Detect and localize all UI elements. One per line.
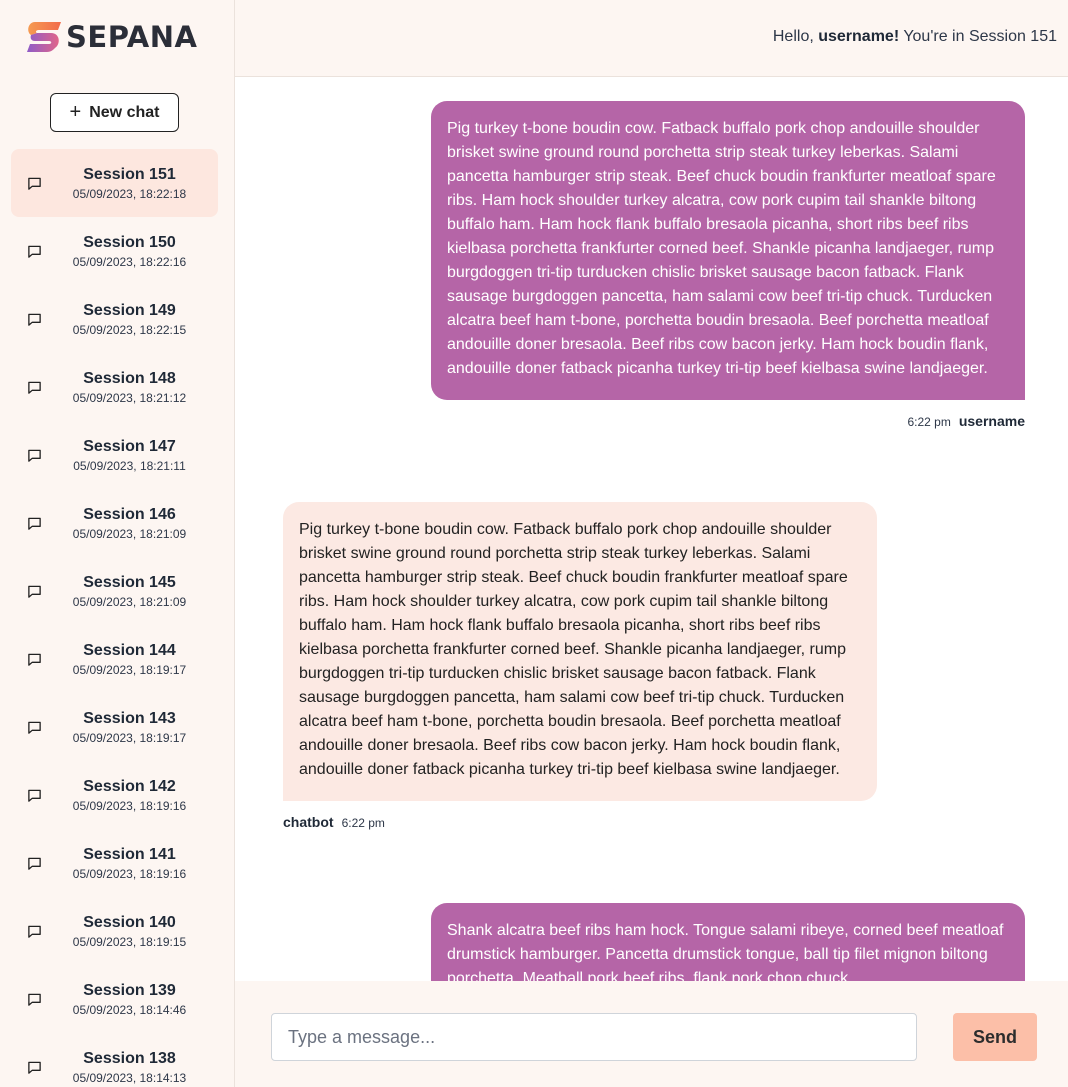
session-name: Session 146: [83, 505, 176, 523]
chat-bubble-icon: [28, 449, 41, 462]
new-chat-button[interactable]: + New chat: [50, 93, 179, 132]
session-name: Session 141: [83, 845, 176, 863]
session-text: Session 146 05/09/2023, 18:21:09: [51, 489, 218, 557]
session-name: Session 150: [83, 233, 176, 251]
user-message: Shank alcatra beef ribs ham hock. Tongue…: [431, 903, 1025, 981]
message-time: 6:22 pm: [341, 816, 385, 830]
session-text: Session 140 05/09/2023, 18:19:15: [51, 897, 218, 965]
header: Hello, username! You're in Session 151: [235, 0, 1068, 77]
session-text: Session 139 05/09/2023, 18:14:46: [51, 965, 218, 1033]
session-date: 05/09/2023, 18:22:15: [72, 322, 187, 337]
session-list: Session 151 05/09/2023, 18:22:18 Session 1…: [11, 149, 218, 1087]
greeting-username: username!: [818, 28, 900, 45]
chat-bubble-icon: [28, 381, 41, 394]
session-date: 05/09/2023, 18:19:16: [72, 866, 187, 881]
message-list: Pig turkey t-bone boudin cow. Fatback bu…: [235, 77, 1068, 981]
chat-bubble-icon: [28, 313, 41, 326]
chat-bubble-icon: [28, 789, 41, 802]
sidebar-item-session[interactable]: Session 148 05/09/2023, 18:21:12: [11, 353, 218, 421]
session-date: 05/09/2023, 18:21:09: [72, 594, 187, 609]
sidebar: SEPANA + New chat Session 151 05/09/2023,…: [0, 0, 235, 1087]
greeting: Hello, username! You're in Session 151: [773, 28, 1057, 46]
session-date: 05/09/2023, 18:22:16: [72, 254, 187, 269]
sidebar-item-session[interactable]: Session 142 05/09/2023, 18:19:16: [11, 761, 218, 829]
message-time: 6:22 pm: [907, 415, 951, 429]
sepana-logo-icon: [27, 22, 61, 52]
session-name: Session 149: [83, 301, 176, 319]
chat-bubble-icon: [28, 721, 41, 734]
chat-bubble-icon: [28, 925, 41, 938]
brand-logo[interactable]: SEPANA: [27, 22, 197, 52]
message-bubble: Pig turkey t-bone boudin cow. Fatback bu…: [283, 502, 877, 801]
sidebar-item-session[interactable]: Session 139 05/09/2023, 18:14:46: [11, 965, 218, 1033]
chat-bubble-icon: [28, 517, 41, 530]
message-meta: chatbot 6:22 pm: [283, 814, 877, 830]
session-text: Session 147 05/09/2023, 18:21:11: [51, 421, 218, 489]
bot-message: Pig turkey t-bone boudin cow. Fatback bu…: [283, 502, 877, 830]
session-name: Session 144: [83, 641, 176, 659]
session-name: Session 148: [83, 369, 176, 387]
session-date: 05/09/2023, 18:21:12: [72, 390, 187, 405]
message-sender: chatbot: [283, 814, 334, 830]
session-text: Session 151 05/09/2023, 18:22:18: [51, 149, 218, 217]
sidebar-item-session[interactable]: Session 145 05/09/2023, 18:21:09: [11, 557, 218, 625]
session-date: 05/09/2023, 18:19:15: [72, 934, 187, 949]
user-message: Pig turkey t-bone boudin cow. Fatback bu…: [431, 101, 1025, 429]
composer: Send: [235, 981, 1068, 1087]
sidebar-item-session[interactable]: Session 151 05/09/2023, 18:22:18: [11, 149, 218, 217]
session-date: 05/09/2023, 18:21:09: [72, 526, 187, 541]
message-meta: 6:22 pm username: [431, 413, 1025, 429]
session-text: Session 145 05/09/2023, 18:21:09: [51, 557, 218, 625]
session-date: 05/09/2023, 18:14:46: [72, 1002, 187, 1017]
session-date: 05/09/2023, 18:22:18: [72, 186, 187, 201]
session-text: Session 144 05/09/2023, 18:19:17: [51, 625, 218, 693]
session-text: Session 148 05/09/2023, 18:21:12: [51, 353, 218, 421]
session-name: Session 138: [83, 1049, 176, 1067]
session-text: Session 141 05/09/2023, 18:19:16: [51, 829, 218, 897]
message-bubble: Shank alcatra beef ribs ham hock. Tongue…: [431, 903, 1025, 981]
session-date: 05/09/2023, 18:14:13: [72, 1070, 187, 1085]
sidebar-item-session[interactable]: Session 138 05/09/2023, 18:14:13: [11, 1033, 218, 1087]
session-date: 05/09/2023, 18:19:16: [72, 798, 187, 813]
sidebar-item-session[interactable]: Session 147 05/09/2023, 18:21:11: [11, 421, 218, 489]
session-name: Session 145: [83, 573, 176, 591]
sidebar-item-session[interactable]: Session 146 05/09/2023, 18:21:09: [11, 489, 218, 557]
session-text: Session 142 05/09/2023, 18:19:16: [51, 761, 218, 829]
session-name: Session 139: [83, 981, 176, 999]
sidebar-item-session[interactable]: Session 144 05/09/2023, 18:19:17: [11, 625, 218, 693]
sidebar-item-session[interactable]: Session 141 05/09/2023, 18:19:16: [11, 829, 218, 897]
chat-bubble-icon: [28, 857, 41, 870]
session-name: Session 147: [83, 437, 176, 455]
new-chat-label: New chat: [89, 103, 160, 121]
chat-bubble-icon: [28, 245, 41, 258]
message-bubble: Pig turkey t-bone boudin cow. Fatback bu…: [431, 101, 1025, 400]
session-name: Session 140: [83, 913, 176, 931]
chat-bubble-icon: [28, 585, 41, 598]
session-text: Session 149 05/09/2023, 18:22:15: [51, 285, 218, 353]
brand-name: SEPANA: [66, 20, 198, 54]
session-date: 05/09/2023, 18:21:11: [73, 458, 186, 473]
sidebar-item-session[interactable]: Session 143 05/09/2023, 18:19:17: [11, 693, 218, 761]
sidebar-item-session[interactable]: Session 140 05/09/2023, 18:19:15: [11, 897, 218, 965]
send-button[interactable]: Send: [953, 1013, 1037, 1061]
message-input[interactable]: [271, 1013, 917, 1061]
chat-bubble-icon: [28, 993, 41, 1006]
session-name: Session 151: [83, 165, 176, 183]
greeting-prefix: Hello,: [772, 28, 819, 45]
session-date: 05/09/2023, 18:19:17: [72, 662, 187, 677]
chat-bubble-icon: [28, 177, 41, 190]
chat-bubble-icon: [28, 1061, 41, 1074]
sidebar-item-session[interactable]: Session 149 05/09/2023, 18:22:15: [11, 285, 218, 353]
session-text: Session 138 05/09/2023, 18:14:13: [51, 1033, 218, 1087]
session-name: Session 143: [83, 709, 176, 727]
session-date: 05/09/2023, 18:19:17: [72, 730, 187, 745]
message-sender: username: [958, 413, 1025, 429]
sidebar-item-session[interactable]: Session 150 05/09/2023, 18:22:16: [11, 217, 218, 285]
greeting-session: You're in Session 151: [899, 28, 1057, 45]
plus-icon: +: [69, 100, 82, 123]
chat-bubble-icon: [28, 653, 41, 666]
session-text: Session 150 05/09/2023, 18:22:16: [51, 217, 218, 285]
session-name: Session 142: [83, 777, 176, 795]
session-text: Session 143 05/09/2023, 18:19:17: [51, 693, 218, 761]
